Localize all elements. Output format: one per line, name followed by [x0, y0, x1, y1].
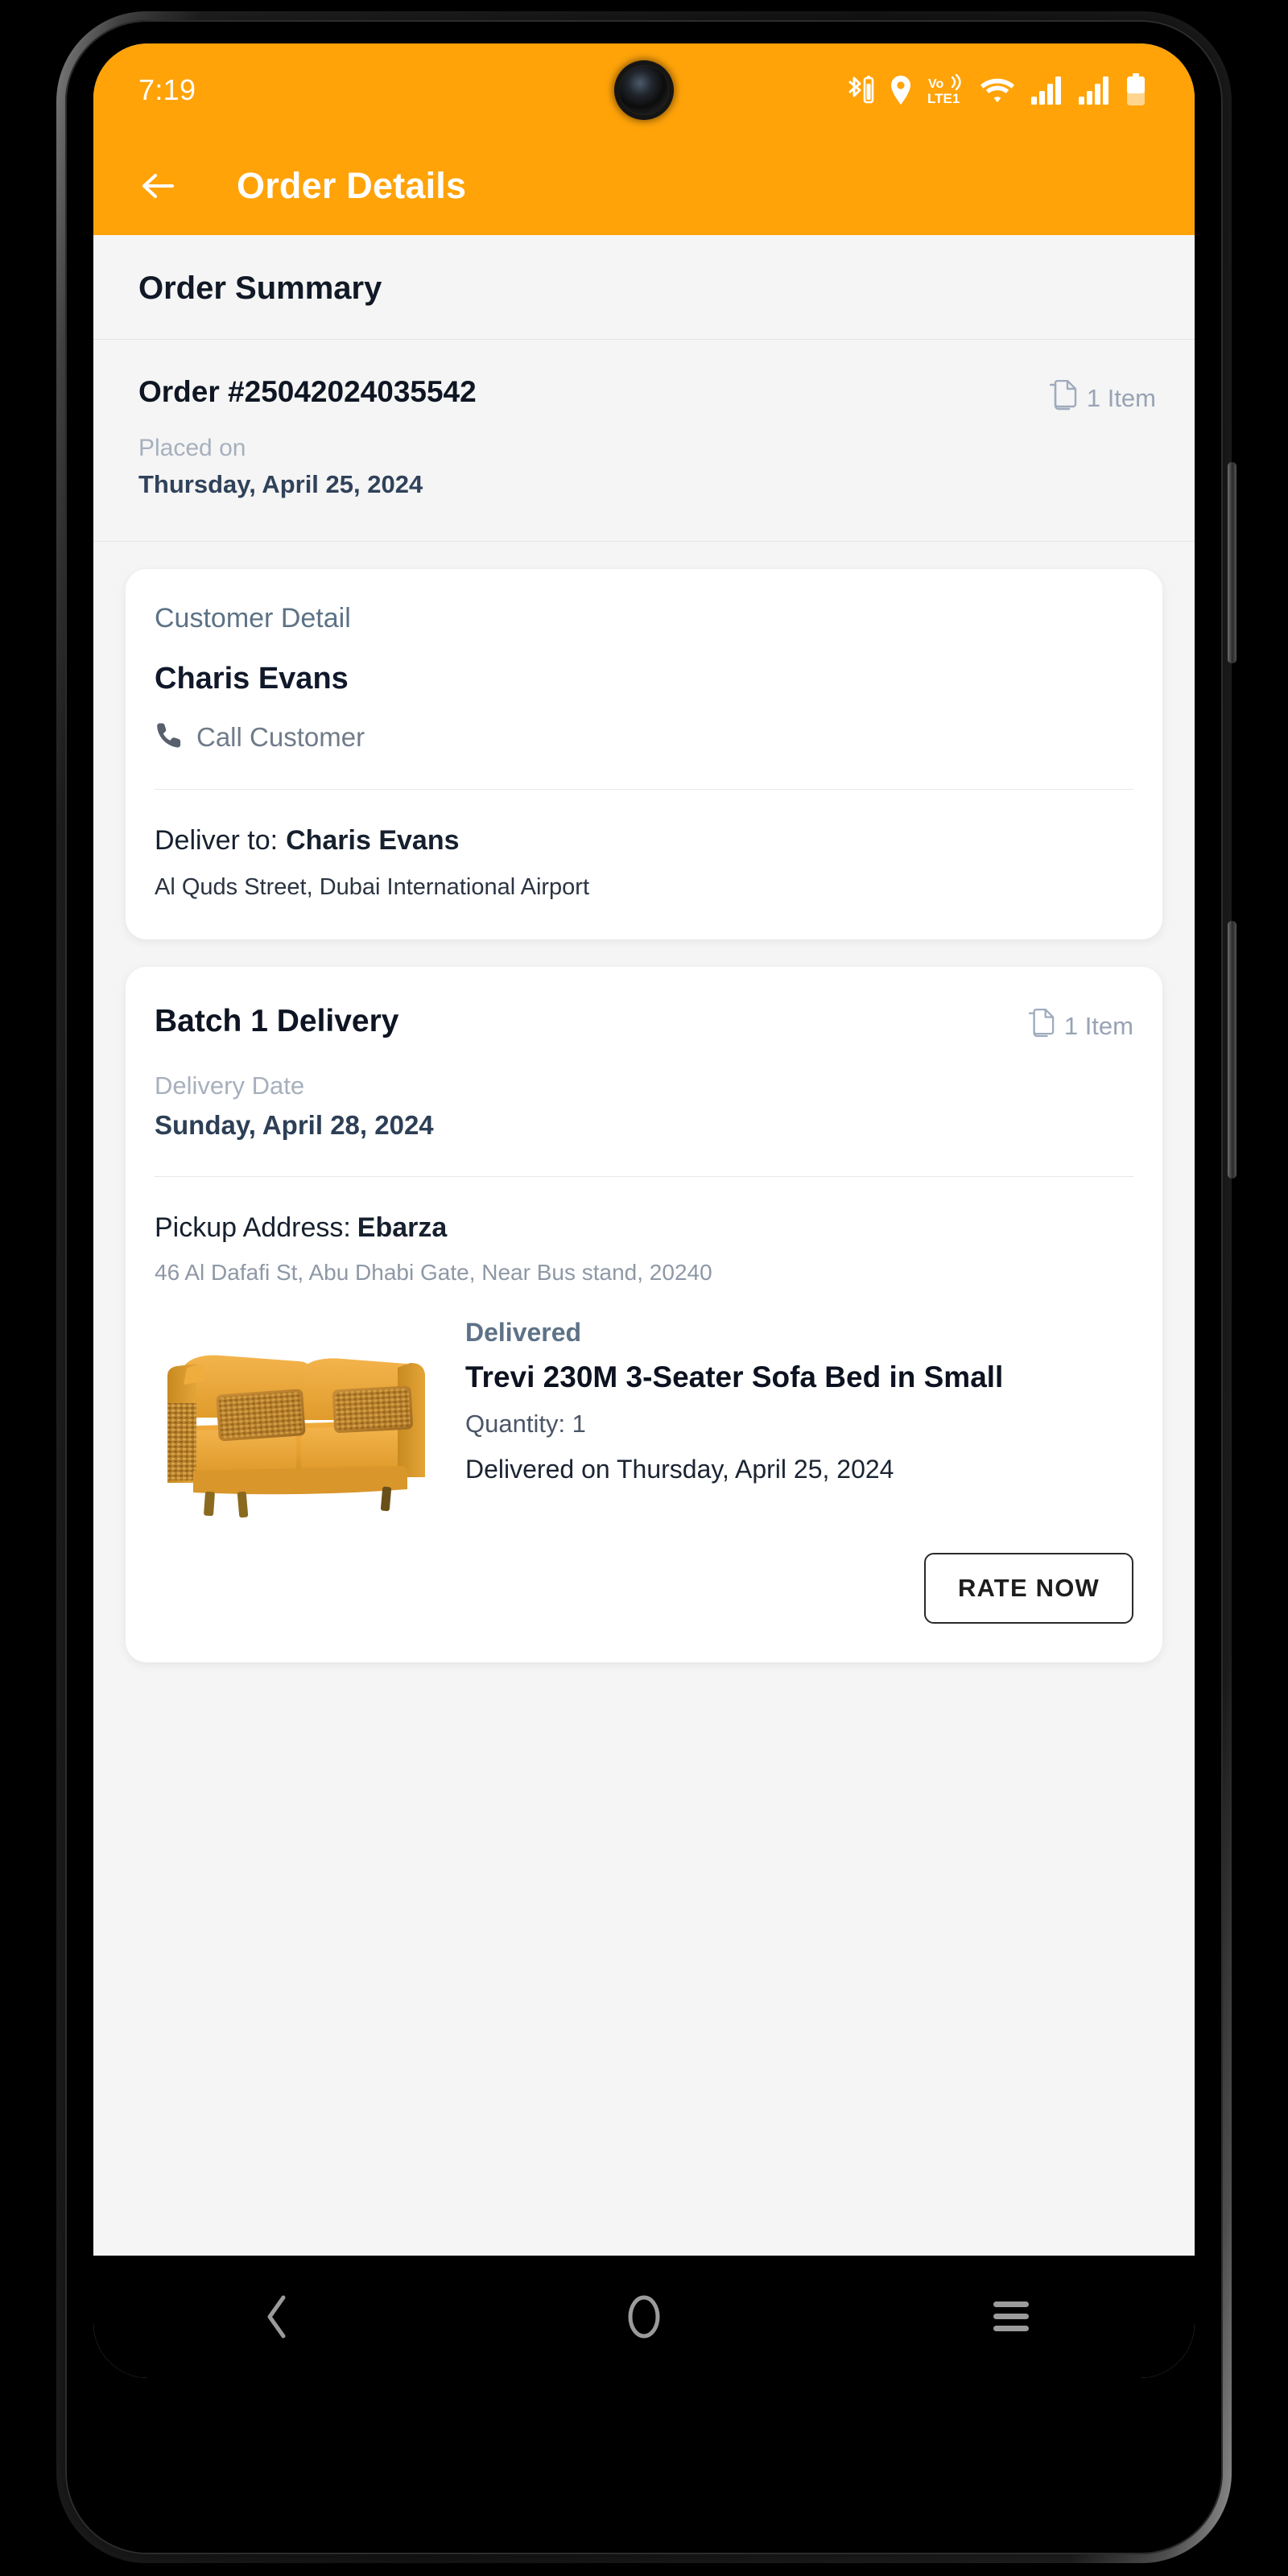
app-bar: Order Details: [93, 137, 1195, 235]
delivery-date-label: Delivery Date: [155, 1071, 305, 1100]
pickup-address-label: Pickup Address:: [155, 1212, 351, 1243]
yellow-3-seater-sofa-bed-image: [155, 1313, 444, 1530]
batch-item-count-label: 1 Item: [1063, 1012, 1133, 1040]
volume-button[interactable]: [1228, 462, 1236, 663]
order-item-count: 1 Item: [1049, 375, 1156, 417]
product-name: Trevi 230M 3-Seater Sofa Bed in Small: [465, 1360, 1004, 1393]
order-summary-section: Order Summary Order #25042024035542 1 It…: [93, 235, 1195, 542]
wifi-icon: [980, 76, 1015, 105]
placed-on-label: Placed on: [138, 435, 246, 461]
status-badge: Delivered: [465, 1318, 582, 1347]
copy-documents-icon: [1028, 1008, 1055, 1044]
phone-icon: [155, 720, 184, 753]
order-number-row: Order #25042024035542 1 Item: [93, 340, 1195, 417]
front-camera-punch-hole: [619, 65, 669, 115]
signal-bars-sim1-icon: [1030, 75, 1063, 105]
call-customer-button[interactable]: Call Customer: [155, 696, 1133, 753]
batch-title: Batch 1 Delivery: [155, 1004, 399, 1038]
delivery-date-value: Sunday, April 28, 2024: [155, 1110, 434, 1140]
batch-item-count: 1 Item: [1028, 1004, 1133, 1044]
order-item-count-label: 1 Item: [1086, 384, 1156, 412]
product-row[interactable]: Delivered Trevi 230M 3-Seater Sofa Bed i…: [155, 1286, 1133, 1530]
rate-now-row: RATE NOW: [155, 1530, 1133, 1659]
deliver-to-row: Deliver to: Charis Evans: [155, 790, 1133, 857]
hamburger-recents-icon[interactable]: [963, 2268, 1059, 2365]
batch-delivery-card: Batch 1 Delivery 1 Item Delivery Date Su…: [126, 967, 1162, 1662]
deliver-to-name: Charis Evans: [286, 825, 460, 856]
rate-now-button[interactable]: RATE NOW: [923, 1553, 1133, 1624]
signal-bars-sim2-icon: [1078, 75, 1110, 105]
power-button[interactable]: [1228, 921, 1236, 1179]
status-bar-icons: Vo LTE1: [847, 71, 1146, 109]
pickup-address-text: 46 Al Dafafi St, Abu Dhabi Gate, Near Bu…: [155, 1260, 712, 1285]
scroll-content[interactable]: Order Summary Order #25042024035542 1 It…: [93, 235, 1195, 2256]
page-title: Order Details: [237, 165, 467, 206]
customer-detail-card: Customer Detail Charis Evans Call Custom…: [126, 569, 1162, 939]
customer-detail-label: Customer Detail: [155, 603, 351, 634]
chevron-left-icon[interactable]: [229, 2268, 325, 2365]
android-nav-bar: [93, 2256, 1195, 2378]
circle-home-icon[interactable]: [596, 2268, 692, 2365]
order-summary-heading: Order Summary: [138, 270, 382, 306]
status-bar-clock: 7:19: [138, 73, 196, 106]
customer-name: Charis Evans: [155, 662, 349, 696]
pickup-vendor-name: Ebarza: [357, 1212, 448, 1243]
product-quantity: Quantity: 1: [465, 1410, 586, 1439]
call-customer-label: Call Customer: [196, 721, 365, 752]
deliver-address: Al Quds Street, Dubai International Airp…: [155, 874, 590, 900]
svg-text:Vo: Vo: [928, 77, 943, 91]
status-bar: 7:19 Vo LTE1: [93, 43, 1195, 137]
placed-on-date: Thursday, April 25, 2024: [138, 470, 423, 498]
summary-bottom-divider: [93, 541, 1195, 542]
pickup-address-row: Pickup Address: Ebarza: [155, 1177, 1133, 1244]
arrow-left-icon[interactable]: [135, 163, 180, 208]
batch-header-row: Batch 1 Delivery 1 Item: [155, 967, 1133, 1044]
battery-icon: [1125, 73, 1146, 107]
svg-text:LTE1: LTE1: [927, 91, 960, 106]
location-pin-icon: [890, 75, 912, 105]
order-number: Order #25042024035542: [138, 375, 477, 408]
deliver-to-label: Deliver to:: [155, 825, 279, 856]
delivered-on-date: Delivered on Thursday, April 25, 2024: [465, 1455, 894, 1484]
copy-documents-icon: [1049, 379, 1077, 417]
volte1-icon: Vo LTE1: [927, 74, 964, 106]
product-info: Delivered Trevi 230M 3-Seater Sofa Bed i…: [465, 1313, 1133, 1530]
bluetooth-battery-icon: [847, 73, 874, 107]
phone-screen: 7:19 Vo LTE1 Order Details Order Summary…: [93, 43, 1195, 2378]
